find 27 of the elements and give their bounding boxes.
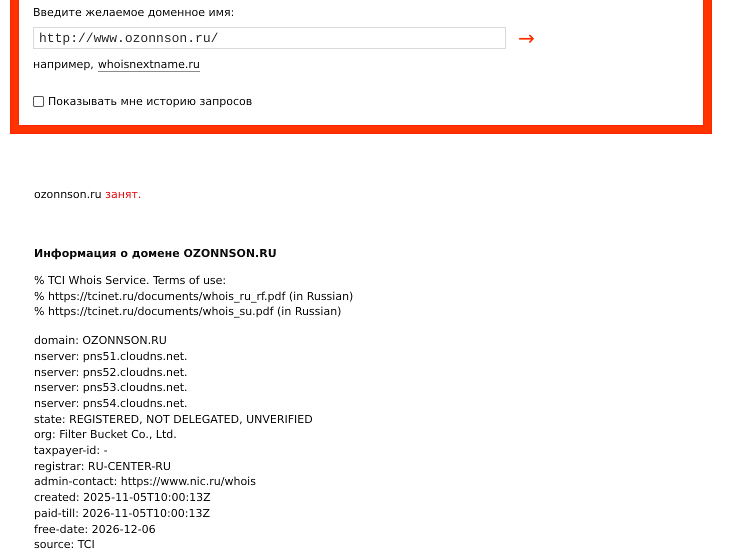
whois-line: nserver: pns51.cloudns.net. [34,348,189,365]
result-domain: ozonnson.ru [34,188,102,201]
whois-line: state: REGISTERED, NOT DELEGATED, UNVERIFIED [34,412,314,428]
whois-line: paid-till: 2026-11-05T10:00:13Z [34,506,211,522]
whois-line: nserver: pns52.cloudns.net. [34,364,189,380]
submit-arrow-button[interactable]: → [518,28,535,48]
whois-line: nserver: pns54.cloudns.net. [34,396,189,412]
example-prefix: например, [33,58,94,72]
whois-line: source: TCI [34,537,96,553]
whois-line: nserver: pns53.cloudns.net. [34,380,189,396]
whois-line: free-date: 2026-12-06 [34,522,157,538]
whois-line: taxpayer-id: - [34,443,109,459]
whois-line: admin-contact: https://www.nic.ru/whois [34,474,257,490]
whois-line: created: 2025-11-05T10:00:13Z [34,490,212,506]
whois-line: registrar: RU-CENTER-RU [34,458,172,474]
domain-input-field[interactable]: http://www.ozonnson.ru/ [33,27,506,49]
whois-line: % https://tcinet.ru/documents/whois_su.pdf (in Russian) [34,304,342,320]
whois-line: org: Filter Bucket Co., Ltd. [34,427,178,444]
domain-field-label: Введите желаемое доменное имя: [33,6,236,20]
whois-line: % https://tcinet.ru/documents/whois_ru_rf.pdf (in Russian) [34,288,354,304]
history-checkbox-label: Показывать мне историю запросов [48,95,252,108]
example-link[interactable]: whoisnextname.ru [98,58,200,72]
whois-line: % TCI Whois Service. Terms of use: [34,273,228,289]
history-checkbox[interactable] [33,96,44,107]
whois-line: domain: OZONNSON.RU [34,333,168,349]
result-status: занят. [105,188,142,201]
info-heading: Информация о домене OZONNSON.RU [34,247,278,260]
